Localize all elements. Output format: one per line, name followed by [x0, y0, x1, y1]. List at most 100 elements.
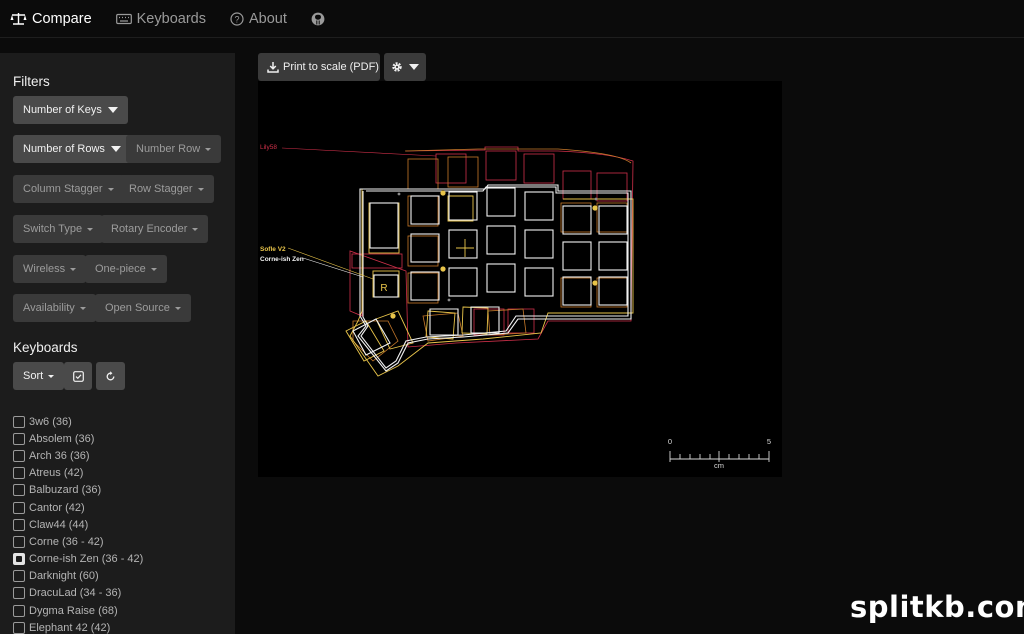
keyboard-list-item[interactable]: Corne (36 - 42) [0, 533, 143, 550]
keyboard-label: Atreus (42) [29, 467, 84, 480]
keyboard-label: Absolem (36) [29, 432, 95, 445]
filter-open-source[interactable]: Open Source [95, 294, 191, 322]
keyboard-list: 3w6 (36) Absolem (36) Arch 36 (36) Atreus (… [0, 413, 143, 634]
keyboard-list-item[interactable]: DracuLad (34 - 36) [0, 585, 143, 602]
keyboard-list-item[interactable]: Cantor (42) [0, 499, 143, 516]
sort-label: Sort [23, 370, 44, 382]
svg-text:?: ? [234, 14, 239, 24]
keyboard-label: Dygma Raise (68) [29, 604, 118, 617]
nav-compare[interactable]: Compare [10, 11, 92, 27]
lily58-label: Lily58 [260, 144, 277, 151]
caret-down-icon [197, 187, 204, 191]
filter-rotary-encoder[interactable]: Rotary Encoder [101, 215, 209, 243]
filter-label: Number of Keys [23, 104, 102, 116]
keyboard-list-item[interactable]: Claw44 (44) [0, 516, 143, 533]
keyboard-label: Arch 36 (36) [29, 449, 90, 462]
scale-start-label: 0 [668, 437, 672, 446]
download-icon [267, 62, 279, 73]
nav-about[interactable]: ? About [230, 11, 287, 27]
keyboard-compare-canvas[interactable]: R Lily58 Sofle V2 Corne-ish Zen 0 5 cm [258, 81, 782, 477]
keyboard-list-item[interactable]: 3w6 (36) [0, 413, 143, 430]
keyboard-checkbox[interactable] [13, 535, 25, 548]
print-to-scale-button[interactable]: Print to scale (PDF) [258, 53, 380, 81]
scale-end-label: 5 [767, 437, 771, 446]
keyboard-label: Balbuzard (36) [29, 484, 102, 497]
keyboard-label: Elephant 42 (42) [29, 621, 111, 634]
keyboard-checkbox[interactable] [13, 432, 25, 445]
filter-label: Rotary Encoder [111, 223, 188, 235]
encoder-letter: R [380, 283, 387, 294]
github-icon [311, 12, 325, 25]
filter-availability[interactable]: Availability [13, 294, 96, 322]
filter-label: Row Stagger [129, 183, 193, 195]
filter-label: Column Stagger [23, 183, 103, 195]
keyboard-checkbox[interactable] [13, 467, 25, 480]
keyboards-title: Keyboards [13, 340, 78, 355]
filter-switch-type[interactable]: Switch Type [13, 215, 104, 243]
filter-row-stagger[interactable]: Row Stagger [119, 175, 214, 203]
keyboard-list-item[interactable]: Elephant 42 (42) [0, 619, 143, 634]
small-dots [397, 192, 598, 302]
scale-icon [10, 12, 27, 25]
corne-zen-label: Corne-ish Zen [260, 256, 304, 263]
keyboard-list-item[interactable]: Dygma Raise (68) [0, 602, 143, 619]
caret-down-icon [107, 187, 114, 191]
settings-button[interactable] [384, 53, 426, 81]
keyboard-icon [115, 13, 132, 24]
caret-down-icon [110, 146, 121, 152]
filter-number-of-rows[interactable]: Number of Rows [13, 135, 131, 163]
nav-compare-label: Compare [32, 10, 92, 27]
keyboard-list-item[interactable]: Arch 36 (36) [0, 447, 143, 464]
filter-column-stagger[interactable]: Column Stagger [13, 175, 124, 203]
filter-label: Number Row [136, 143, 201, 155]
caret-down-icon [174, 306, 181, 310]
filters-title: Filters [13, 74, 50, 89]
keyboard-list-item[interactable]: Darknight (60) [0, 568, 143, 585]
caret-down-icon [79, 306, 86, 310]
corne-zen-leader [302, 257, 364, 278]
filter-label: Availability [23, 302, 75, 314]
nav-github[interactable] [311, 12, 330, 26]
nav-keyboards-label: Keyboards [136, 10, 206, 27]
sort-button[interactable]: Sort [13, 362, 65, 390]
keyboard-checkbox[interactable] [13, 621, 25, 634]
filter-wireless[interactable]: Wireless [13, 255, 87, 283]
keyboard-checkbox[interactable] [13, 449, 25, 462]
caret-down-icon [70, 267, 77, 271]
filter-label: Switch Type [23, 223, 83, 235]
filter-number-of-keys[interactable]: Number of Keys [13, 96, 128, 124]
lily58-leader [281, 147, 437, 157]
keyboard-label: Cantor (42) [29, 501, 85, 514]
select-all-button[interactable] [64, 362, 92, 390]
gear-icon [392, 62, 402, 72]
reset-icon [106, 370, 115, 380]
caret-down-icon [48, 374, 55, 378]
splitkb-watermark: splitkb.com [850, 590, 1024, 624]
keyboard-checkbox[interactable] [13, 484, 25, 497]
keyboard-checkbox[interactable] [13, 587, 25, 600]
keyboard-label: Corne-ish Zen (36 - 42) [29, 553, 144, 566]
filter-label: Open Source [105, 302, 170, 314]
reset-button[interactable] [96, 362, 125, 390]
filter-label: One-piece [95, 263, 146, 275]
keyboard-checkbox[interactable] [13, 501, 25, 514]
filter-number-row[interactable]: Number Row [126, 135, 222, 163]
keyboard-checkbox[interactable] [13, 604, 25, 617]
keyboard-list-item[interactable]: Atreus (42) [0, 465, 143, 482]
keyboard-checkbox[interactable] [13, 518, 25, 531]
nav-keyboards[interactable]: Keyboards [115, 10, 206, 27]
keyboard-checkbox[interactable] [13, 570, 25, 583]
filter-label: Wireless [23, 263, 66, 275]
keyboard-checkbox[interactable] [13, 553, 25, 566]
keyboard-outline-svg: R Lily58 Sofle V2 Corne-ish Zen 0 5 cm [260, 144, 771, 470]
keyboard-list-item[interactable]: Balbuzard (36) [0, 482, 143, 499]
keyboard-list-item[interactable]: Absolem (36) [0, 430, 143, 447]
scale-unit-label: cm [714, 461, 724, 470]
top-nav: Compare Keyboards ? About [0, 0, 1024, 38]
sofle-label: Sofle V2 [260, 246, 286, 253]
keyboard-label: DracuLad (34 - 36) [29, 587, 122, 600]
keyboard-list-item[interactable]: Corne-ish Zen (36 - 42) [0, 551, 143, 568]
keyboard-checkbox[interactable] [13, 415, 25, 428]
keyboard-label: 3w6 (36) [29, 415, 72, 428]
filter-one-piece[interactable]: One-piece [85, 255, 167, 283]
